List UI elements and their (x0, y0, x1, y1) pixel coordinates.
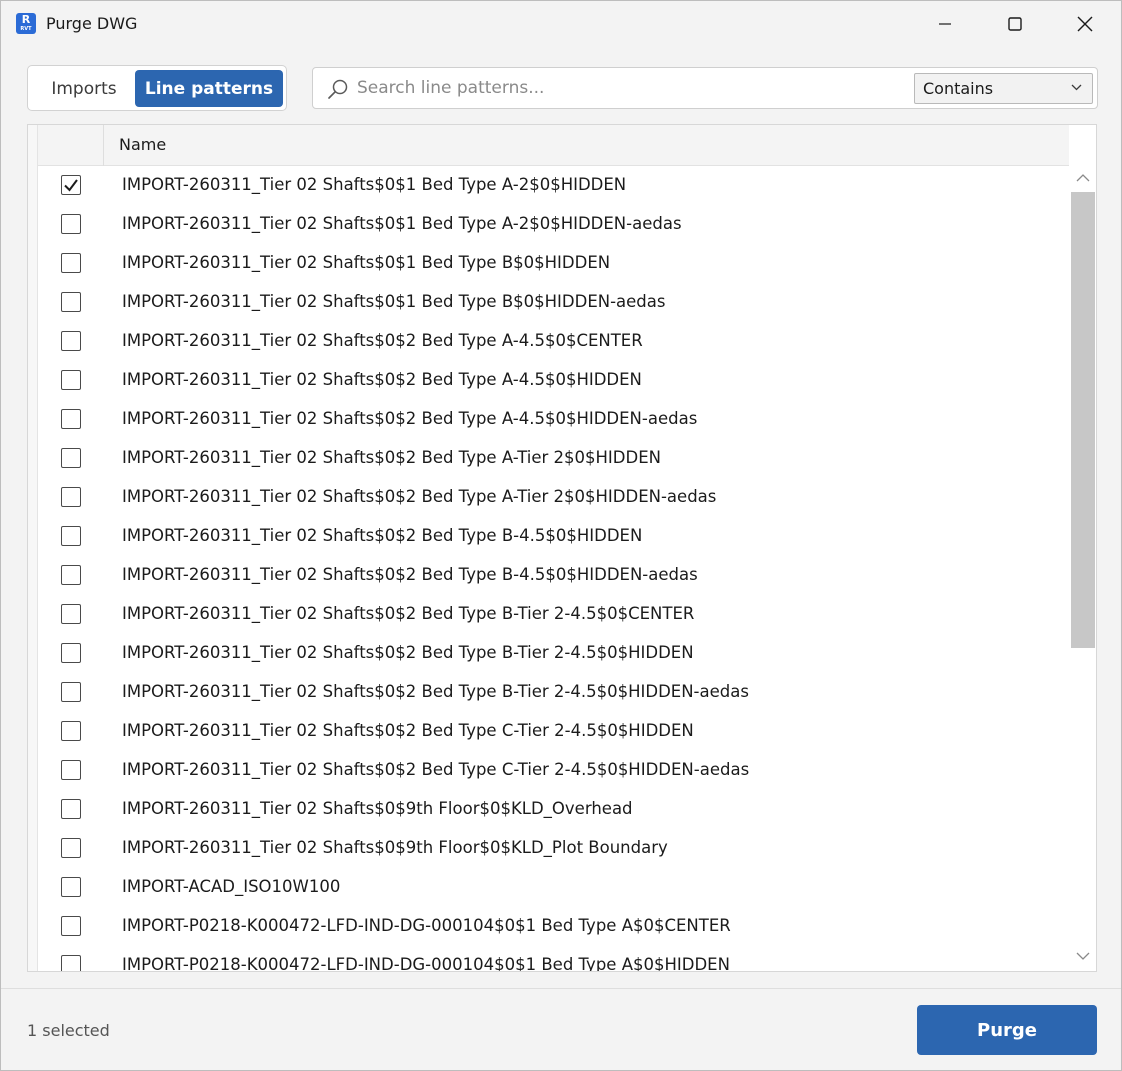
row-checkbox[interactable] (61, 253, 81, 273)
table-row[interactable]: IMPORT-260311_Tier 02 Shafts$0$2 Bed Typ… (38, 517, 1069, 556)
table-row[interactable]: IMPORT-260311_Tier 02 Shafts$0$1 Bed Typ… (38, 205, 1069, 244)
match-mode-dropdown[interactable]: Contains (914, 73, 1093, 104)
selection-status: 1 selected (27, 1021, 110, 1040)
row-checkbox[interactable] (61, 604, 81, 624)
search-input[interactable] (357, 74, 907, 102)
category-tabs: Imports Line patterns (27, 65, 287, 111)
row-name: IMPORT-260311_Tier 02 Shafts$0$2 Bed Typ… (122, 682, 749, 701)
row-checkbox[interactable] (61, 331, 81, 351)
row-name: IMPORT-260311_Tier 02 Shafts$0$2 Bed Typ… (122, 487, 717, 506)
row-name: IMPORT-260311_Tier 02 Shafts$0$9th Floor… (122, 838, 668, 857)
title-bar: R RVT Purge DWG (1, 1, 1121, 47)
table-row[interactable]: IMPORT-260311_Tier 02 Shafts$0$2 Bed Typ… (38, 595, 1069, 634)
checkmark-icon (64, 179, 78, 192)
row-checkbox[interactable] (61, 487, 81, 507)
row-name: IMPORT-260311_Tier 02 Shafts$0$2 Bed Typ… (122, 760, 750, 779)
column-header-name[interactable]: Name (119, 135, 166, 154)
grid-rows: IMPORT-260311_Tier 02 Shafts$0$1 Bed Typ… (38, 166, 1069, 972)
row-name: IMPORT-260311_Tier 02 Shafts$0$9th Floor… (122, 799, 633, 818)
row-checkbox[interactable] (61, 643, 81, 663)
row-checkbox[interactable] (61, 214, 81, 234)
row-name: IMPORT-260311_Tier 02 Shafts$0$1 Bed Typ… (122, 253, 611, 272)
table-row[interactable]: IMPORT-260311_Tier 02 Shafts$0$1 Bed Typ… (38, 244, 1069, 283)
table-row[interactable]: IMPORT-260311_Tier 02 Shafts$0$9th Floor… (38, 790, 1069, 829)
footer-bar: 1 selected Purge (1, 988, 1121, 1070)
row-name: IMPORT-ACAD_ISO10W100 (122, 877, 341, 896)
purge-button[interactable]: Purge (917, 1005, 1097, 1055)
row-checkbox[interactable] (61, 916, 81, 936)
table-row[interactable]: IMPORT-260311_Tier 02 Shafts$0$2 Bed Typ… (38, 712, 1069, 751)
row-checkbox[interactable] (61, 175, 81, 195)
table-row[interactable]: IMPORT-260311_Tier 02 Shafts$0$1 Bed Typ… (38, 166, 1069, 205)
maximize-button[interactable] (980, 1, 1050, 47)
scroll-down-icon[interactable] (1076, 951, 1090, 961)
row-name: IMPORT-260311_Tier 02 Shafts$0$1 Bed Typ… (122, 214, 682, 233)
search-box: Contains (312, 67, 1098, 109)
row-checkbox[interactable] (61, 682, 81, 702)
maximize-icon (1008, 17, 1022, 31)
table-row[interactable]: IMPORT-ACAD_ISO10W100 (38, 868, 1069, 907)
table-row[interactable]: IMPORT-260311_Tier 02 Shafts$0$2 Bed Typ… (38, 439, 1069, 478)
table-row[interactable]: IMPORT-260311_Tier 02 Shafts$0$2 Bed Typ… (38, 322, 1069, 361)
table-row[interactable]: IMPORT-260311_Tier 02 Shafts$0$2 Bed Typ… (38, 400, 1069, 439)
row-name: IMPORT-260311_Tier 02 Shafts$0$2 Bed Typ… (122, 409, 698, 428)
minimize-button[interactable] (910, 1, 980, 47)
row-name: IMPORT-260311_Tier 02 Shafts$0$1 Bed Typ… (122, 175, 627, 194)
row-checkbox[interactable] (61, 721, 81, 741)
scroll-up-icon[interactable] (1076, 173, 1090, 183)
chevron-down-icon (1071, 84, 1082, 91)
close-icon (1077, 16, 1093, 32)
table-row[interactable]: IMPORT-260311_Tier 02 Shafts$0$9th Floor… (38, 829, 1069, 868)
purge-dwg-window: R RVT Purge DWG Imports Line patterns Se… (0, 0, 1122, 1071)
row-name: IMPORT-260311_Tier 02 Shafts$0$2 Bed Typ… (122, 370, 642, 389)
match-mode-value: Contains (923, 79, 994, 98)
minimize-icon (939, 23, 951, 25)
row-checkbox[interactable] (61, 370, 81, 390)
row-name: IMPORT-P0218-K000472-LFD-IND-DG-000104$0… (122, 955, 730, 972)
row-checkbox[interactable] (61, 565, 81, 585)
search-icon (328, 79, 348, 99)
table-row[interactable]: IMPORT-260311_Tier 02 Shafts$0$2 Bed Typ… (38, 751, 1069, 790)
tab-imports[interactable]: Imports (33, 70, 135, 107)
table-row[interactable]: IMPORT-260311_Tier 02 Shafts$0$2 Bed Typ… (38, 673, 1069, 712)
table-row[interactable]: IMPORT-260311_Tier 02 Shafts$0$2 Bed Typ… (38, 634, 1069, 673)
row-name: IMPORT-260311_Tier 02 Shafts$0$2 Bed Typ… (122, 721, 694, 740)
close-button[interactable] (1050, 1, 1120, 47)
scroll-thumb[interactable] (1071, 192, 1095, 648)
row-name: IMPORT-260311_Tier 02 Shafts$0$2 Bed Typ… (122, 604, 695, 623)
row-checkbox[interactable] (61, 292, 81, 312)
row-checkbox[interactable] (61, 799, 81, 819)
line-patterns-grid: Name IMPORT-260311_Tier 02 Shafts$0$1 Be… (27, 124, 1097, 972)
tab-line-patterns[interactable]: Line patterns (135, 70, 283, 107)
row-checkbox[interactable] (61, 955, 81, 971)
table-row[interactable]: IMPORT-260311_Tier 02 Shafts$0$1 Bed Typ… (38, 283, 1069, 322)
table-row[interactable]: IMPORT-260311_Tier 02 Shafts$0$2 Bed Typ… (38, 556, 1069, 595)
window-title: Purge DWG (46, 14, 138, 33)
revit-app-icon: R RVT (16, 13, 36, 34)
row-checkbox[interactable] (61, 760, 81, 780)
vertical-scrollbar[interactable] (1069, 166, 1096, 971)
row-name: IMPORT-260311_Tier 02 Shafts$0$2 Bed Typ… (122, 526, 643, 545)
header-corner (1069, 125, 1096, 166)
row-name: IMPORT-260311_Tier 02 Shafts$0$2 Bed Typ… (122, 331, 643, 350)
table-row[interactable]: IMPORT-P0218-K000472-LFD-IND-DG-000104$0… (38, 946, 1069, 972)
row-checkbox[interactable] (61, 409, 81, 429)
table-row[interactable]: IMPORT-260311_Tier 02 Shafts$0$2 Bed Typ… (38, 361, 1069, 400)
table-row[interactable]: IMPORT-P0218-K000472-LFD-IND-DG-000104$0… (38, 907, 1069, 946)
row-name: IMPORT-P0218-K000472-LFD-IND-DG-000104$0… (122, 916, 731, 935)
row-checkbox[interactable] (61, 448, 81, 468)
row-name: IMPORT-260311_Tier 02 Shafts$0$2 Bed Typ… (122, 565, 698, 584)
row-name: IMPORT-260311_Tier 02 Shafts$0$1 Bed Typ… (122, 292, 666, 311)
grid-header: Name (38, 125, 1069, 166)
row-checkbox[interactable] (61, 877, 81, 897)
row-checkbox[interactable] (61, 526, 81, 546)
row-checkbox[interactable] (61, 838, 81, 858)
row-header-gutter (28, 125, 38, 971)
row-name: IMPORT-260311_Tier 02 Shafts$0$2 Bed Typ… (122, 643, 694, 662)
row-name: IMPORT-260311_Tier 02 Shafts$0$2 Bed Typ… (122, 448, 661, 467)
table-row[interactable]: IMPORT-260311_Tier 02 Shafts$0$2 Bed Typ… (38, 478, 1069, 517)
checkbox-column-header[interactable] (38, 125, 104, 166)
